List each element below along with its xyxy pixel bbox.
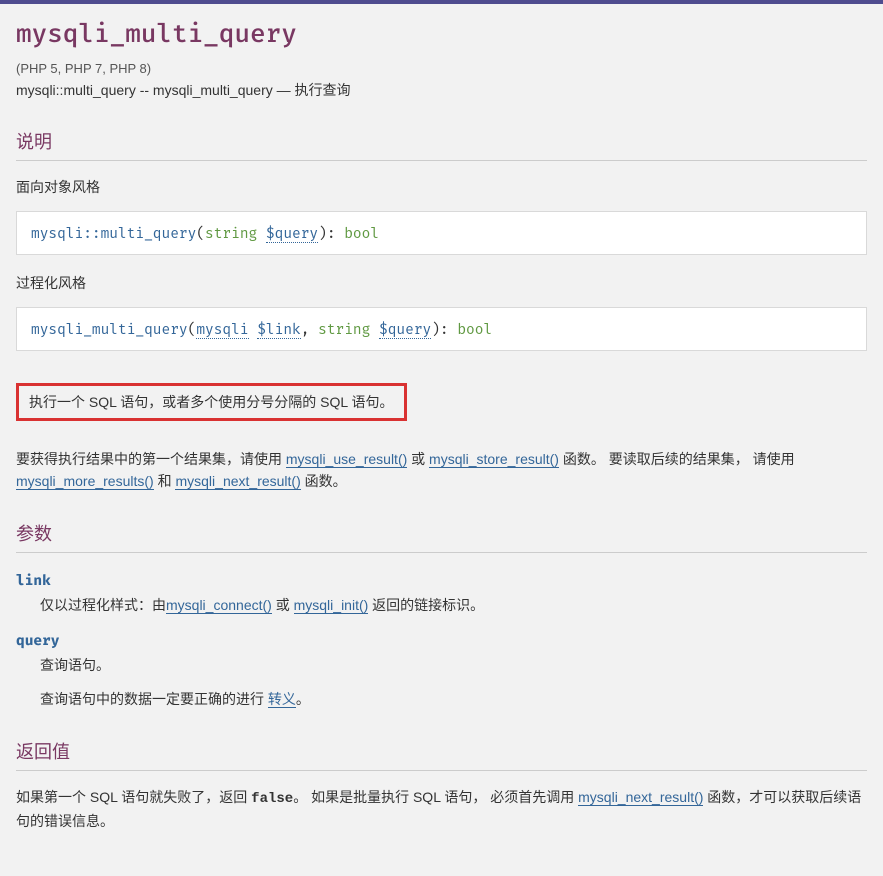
page-title: mysqli_multi_query — [16, 18, 867, 49]
procedural-style-label: 过程化风格 — [16, 273, 867, 293]
link-mysqli-connect[interactable]: mysqli_connect() — [166, 597, 272, 614]
method-name: mysqli::multi_query — [31, 224, 196, 242]
param-term-link: link — [16, 571, 867, 589]
php-versions: (PHP 5, PHP 7, PHP 8) — [16, 61, 867, 76]
description-paragraph: 要获得执行结果中的第一个结果集，请使用 mysqli_use_result() … — [16, 449, 867, 492]
section-returnvalues-heading: 返回值 — [16, 738, 867, 771]
section-parameters-heading: 参数 — [16, 520, 867, 553]
param-type: string — [205, 224, 257, 242]
highlight-description: 执行一个 SQL 语句，或者多个使用分号分隔的 SQL 语句。 — [16, 383, 407, 421]
parameter-list: link 仅以过程化样式：由mysqli_connect() 或 mysqli_… — [16, 571, 867, 710]
param-term-query: query — [16, 631, 867, 649]
param-type-link: mysqli — [196, 320, 248, 339]
link-mysqli-next-result[interactable]: mysqli_next_result() — [578, 789, 703, 806]
param-type: string — [318, 320, 370, 338]
param-desc-query-1: 查询语句。 — [40, 655, 867, 677]
link-mysqli-next-result[interactable]: mysqli_next_result() — [175, 473, 300, 490]
returnvalues-paragraph: 如果第一个 SQL 语句就失败了，返回 false。 如果是批量执行 SQL 语… — [16, 787, 867, 832]
synopsis-oo: mysqli::multi_query(string $query): bool — [16, 211, 867, 255]
link-mysqli-use-result[interactable]: mysqli_use_result() — [286, 451, 407, 468]
keyword-false: false — [251, 791, 293, 807]
link-escape[interactable]: 转义 — [268, 691, 296, 708]
synopsis-procedural: mysqli_multi_query(mysqli $link, string … — [16, 307, 867, 351]
function-name: mysqli_multi_query — [31, 320, 188, 338]
doc-content: mysqli_multi_query (PHP 5, PHP 7, PHP 8)… — [0, 4, 883, 876]
section-description-heading: 说明 — [16, 128, 867, 161]
link-mysqli-init[interactable]: mysqli_init() — [294, 597, 369, 614]
oo-style-label: 面向对象风格 — [16, 177, 867, 197]
param-name: $query — [266, 224, 318, 243]
link-mysqli-store-result[interactable]: mysqli_store_result() — [429, 451, 559, 468]
param-desc-query-2: 查询语句中的数据一定要正确的进行 转义。 — [40, 689, 867, 711]
link-mysqli-more-results[interactable]: mysqli_more_results() — [16, 473, 154, 490]
return-type: bool — [457, 320, 492, 338]
return-type: bool — [344, 224, 379, 242]
param-name: $query — [379, 320, 431, 339]
param-desc-link: 仅以过程化样式：由mysqli_connect() 或 mysqli_init(… — [40, 595, 867, 617]
param-name: $link — [257, 320, 301, 339]
function-purpose: mysqli::multi_query -- mysqli_multi_quer… — [16, 80, 867, 100]
